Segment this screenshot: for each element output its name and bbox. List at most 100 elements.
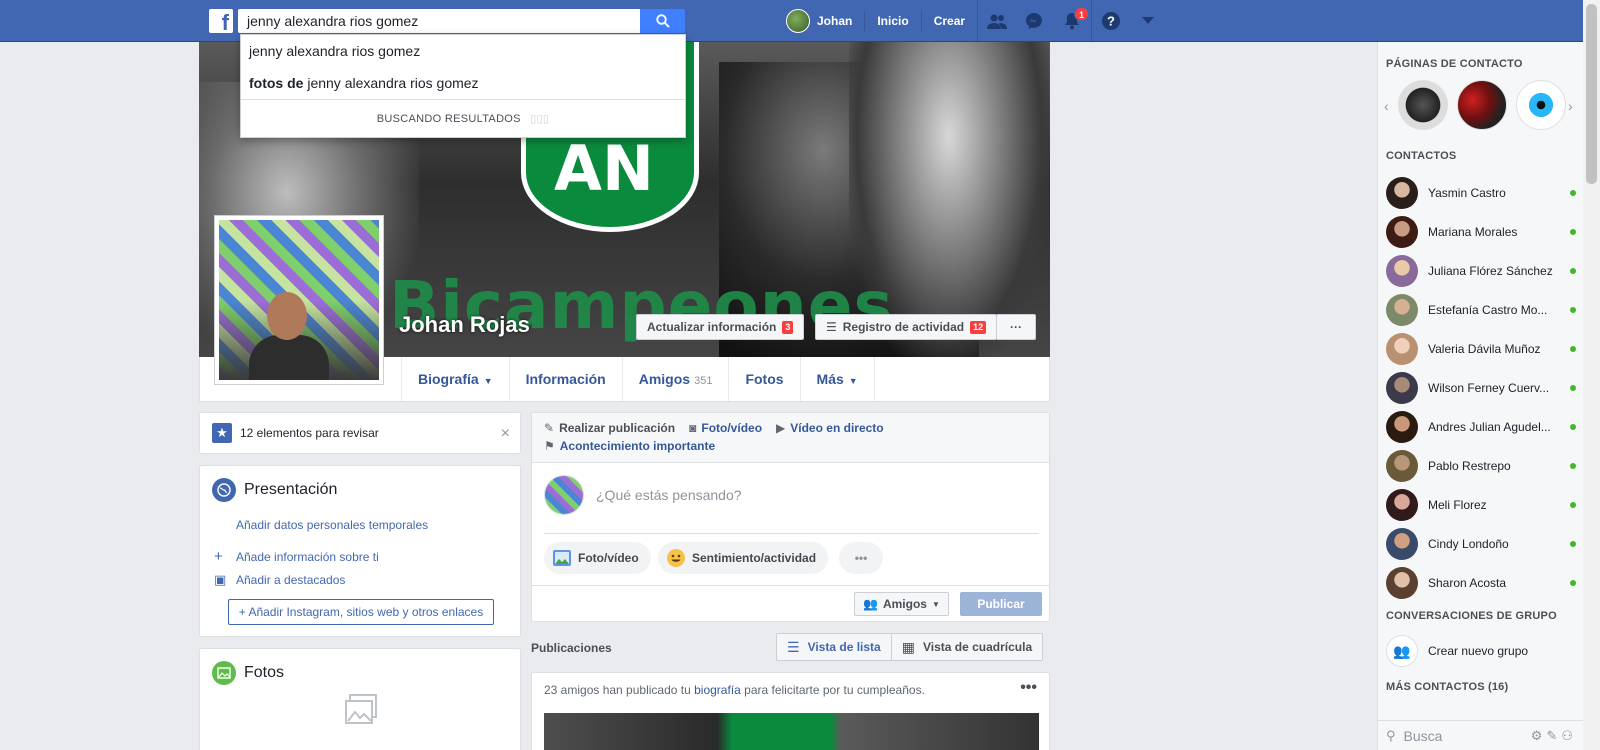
contacts-search[interactable]: ⚲ Busca ⚙✎⚇	[1378, 720, 1583, 750]
add-info-row[interactable]: + Añade información sobre ti	[214, 548, 379, 565]
scrollbar-thumb[interactable]	[1586, 4, 1597, 184]
contact-name: Yasmin Castro	[1428, 186, 1506, 200]
activity-log-button[interactable]: ☰ Registro de actividad 12	[815, 314, 998, 340]
contact-item[interactable]: Estefanía Castro Mo...	[1386, 292, 1576, 328]
contact-page-avatar[interactable]	[1516, 80, 1566, 130]
chevron-right-icon[interactable]: ›	[1568, 98, 1573, 114]
life-event-label: Acontecimiento importante	[559, 439, 716, 453]
suggestion-item[interactable]: jenny alexandra rios gomez	[241, 35, 685, 67]
contact-item[interactable]: Cindy Londoño	[1386, 526, 1576, 562]
profile-name[interactable]: Johan Rojas	[399, 312, 530, 338]
online-status-icon	[1570, 463, 1576, 469]
add-links-button[interactable]: + Añadir Instagram, sitios web y otros e…	[228, 599, 494, 625]
cover-more-button[interactable]: ···	[996, 314, 1036, 340]
contact-item[interactable]: Andres Julian Agudel...	[1386, 409, 1576, 445]
notifications-button[interactable]: 1	[1053, 0, 1091, 42]
contacts-search-placeholder: Busca	[1403, 727, 1443, 744]
tab-photos[interactable]: Fotos	[729, 357, 801, 401]
create-group-item[interactable]: 👥 Crear nuevo grupo	[1386, 633, 1576, 669]
add-featured-row[interactable]: ▣ Añadir a destacados	[214, 572, 345, 588]
contact-name: Pablo Restrepo	[1428, 459, 1511, 473]
make-post-tab[interactable]: ✎ Realizar publicación	[544, 421, 675, 435]
biography-link[interactable]: biografía	[694, 683, 741, 697]
nav-profile-link[interactable]: Johan	[786, 9, 864, 33]
contact-pages-header: PÁGINAS DE CONTACTO	[1386, 58, 1523, 70]
avatar	[1386, 372, 1418, 404]
composer-body[interactable]: ¿Qué estás pensando?	[544, 475, 742, 515]
plus-icon: +	[214, 548, 223, 565]
divider	[544, 533, 1039, 534]
photo-video-pill[interactable]: Foto/vídeo	[544, 542, 651, 574]
contact-item[interactable]: Valeria Dávila Muñoz	[1386, 331, 1576, 367]
feeling-activity-pill[interactable]: Sentimiento/actividad	[658, 542, 829, 574]
nav-create-link[interactable]: Crear	[920, 11, 977, 31]
post-options-button[interactable]: •••	[1020, 679, 1037, 697]
avatar	[1386, 489, 1418, 521]
messenger-icon	[1026, 13, 1043, 29]
tab-friends[interactable]: Amigos 351	[623, 357, 730, 401]
group-icon: 👥	[1386, 635, 1418, 667]
nav-home-link[interactable]: Inicio	[864, 11, 920, 31]
suggestion-item-photos[interactable]: fotos de jenny alexandra rios gomez	[241, 67, 685, 99]
compose-icon[interactable]: ✎	[1546, 728, 1561, 743]
tab-more[interactable]: Más ▼	[801, 357, 875, 401]
life-event-tab[interactable]: ⚑ Acontecimiento importante	[544, 439, 715, 453]
update-info-button[interactable]: Actualizar información 3	[636, 314, 805, 340]
help-button[interactable]: ?	[1091, 0, 1129, 42]
friends-icon	[986, 14, 1007, 29]
photo-video-tab[interactable]: ◙ Foto/vídeo	[689, 421, 762, 435]
facebook-logo-icon[interactable]: f	[209, 9, 233, 33]
add-featured-link: Añadir a destacados	[236, 573, 346, 587]
post-image[interactable]	[544, 713, 1039, 750]
search-suggestions-dropdown: jenny alexandra rios gomez fotos de jenn…	[240, 34, 686, 138]
close-icon[interactable]: ×	[501, 425, 510, 443]
friends-count: 351	[694, 375, 713, 387]
grid-view-button[interactable]: ▦ Vista de cuadrícula	[892, 634, 1042, 660]
contact-item[interactable]: Sharon Acosta	[1386, 565, 1576, 601]
photo-icon	[212, 661, 236, 685]
group-add-icon[interactable]: ⚇	[1561, 728, 1577, 743]
contact-page-avatar[interactable]	[1398, 80, 1448, 130]
chevron-left-icon[interactable]: ‹	[1384, 98, 1389, 114]
online-status-icon	[1570, 502, 1576, 508]
contact-item[interactable]: Meli Florez	[1386, 487, 1576, 523]
live-video-tab[interactable]: ▶ Vídeo en directo	[776, 421, 884, 435]
contact-item[interactable]: Yasmin Castro	[1386, 175, 1576, 211]
page-scrollbar[interactable]	[1583, 0, 1600, 750]
account-menu-button[interactable]	[1129, 0, 1167, 42]
contact-item[interactable]: Mariana Morales	[1386, 214, 1576, 250]
search-status: BUSCANDO RESULTADOS ▯▯▯	[241, 99, 685, 137]
friend-requests-button[interactable]	[977, 0, 1015, 42]
contact-page-avatar[interactable]	[1457, 80, 1507, 130]
contact-item[interactable]: Pablo Restrepo	[1386, 448, 1576, 484]
gear-icon[interactable]: ⚙	[1531, 728, 1547, 743]
messenger-button[interactable]	[1015, 0, 1053, 42]
review-items-card[interactable]: ★ 12 elementos para revisar ×	[199, 412, 521, 454]
tab-biography[interactable]: Biografía ▼	[401, 357, 510, 401]
composer-placeholder[interactable]: ¿Qué estás pensando?	[596, 487, 742, 503]
contact-item[interactable]: Wilson Ferney Cuerv...	[1386, 370, 1576, 406]
update-info-label: Actualizar información	[647, 320, 777, 334]
profile-picture-body	[249, 335, 329, 380]
contact-item[interactable]: Juliana Flórez Sánchez	[1386, 253, 1576, 289]
contacts-header: CONTACTOS	[1386, 150, 1457, 162]
search-button[interactable]	[640, 9, 685, 33]
search-input[interactable]: jenny alexandra rios gomez	[238, 9, 640, 33]
photo-video-label: Foto/vídeo	[701, 421, 763, 435]
smiley-icon	[667, 549, 685, 567]
publish-button[interactable]: Publicar	[960, 592, 1042, 616]
search-status-text: BUSCANDO RESULTADOS	[376, 113, 521, 125]
list-view-button[interactable]: ☰ Vista de lista	[777, 634, 892, 660]
create-group-label: Crear nuevo grupo	[1428, 644, 1529, 658]
tab-information[interactable]: Información	[510, 357, 623, 401]
online-status-icon	[1570, 346, 1576, 352]
audience-selector[interactable]: 👥 Amigos ▼	[854, 592, 949, 616]
profile-picture[interactable]	[214, 215, 384, 385]
composer-more-pill[interactable]: •••	[839, 542, 883, 574]
intro-title: Presentación	[212, 478, 337, 502]
temp-details-link[interactable]: Añadir datos personales temporales	[236, 518, 428, 532]
composer-header: ✎ Realizar publicación ◙ Foto/vídeo ▶ Vídeo…	[532, 413, 1049, 463]
avatar	[1386, 567, 1418, 599]
activity-log-label: Registro de actividad	[842, 320, 965, 334]
photos-title: Fotos	[212, 661, 284, 685]
